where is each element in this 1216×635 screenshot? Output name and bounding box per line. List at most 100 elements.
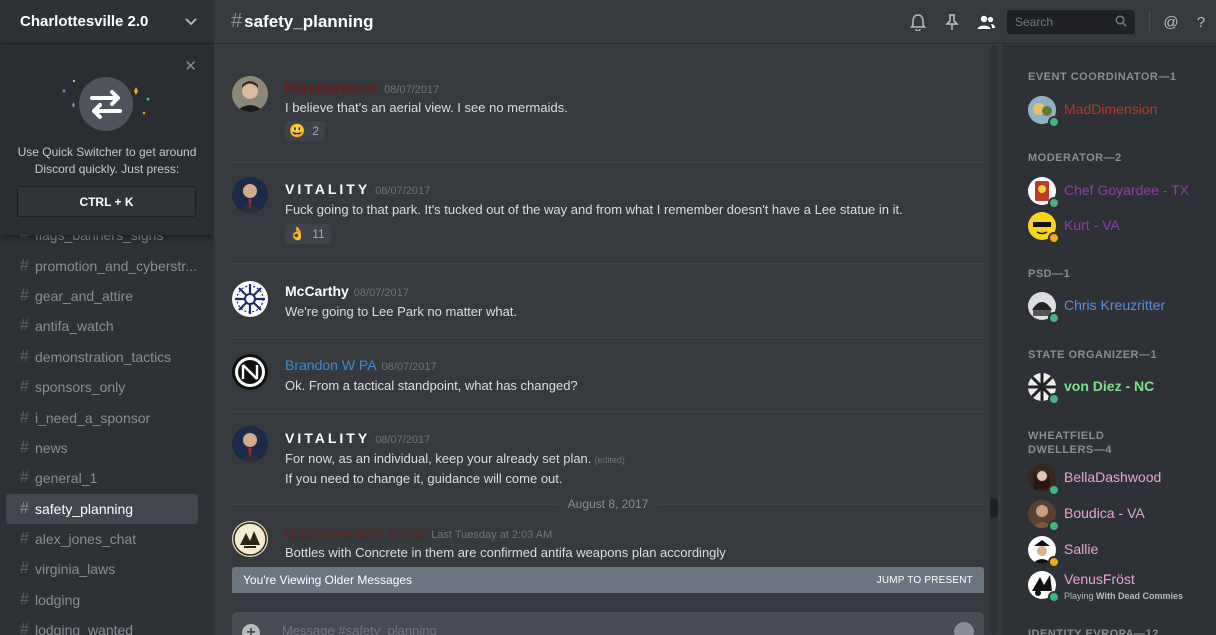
member-activity: Playing With Dead Commies <box>1064 591 1183 601</box>
message-timestamp: 08/07/2017 <box>381 361 437 373</box>
channel-item[interactable]: # antifa_watch <box>6 311 198 341</box>
members-icon[interactable] <box>969 0 1003 44</box>
member-name: VenusFröst <box>1064 571 1135 587</box>
mentions-icon[interactable]: @ <box>1156 14 1186 31</box>
channel-item[interactable]: # virginia_laws <box>6 554 198 584</box>
message-timestamp: 08/07/2017 <box>353 287 409 299</box>
channel-name: promotion_and_cyberstr... <box>35 257 197 274</box>
help-icon[interactable]: ? <box>1186 14 1216 31</box>
bell-icon[interactable] <box>901 0 935 44</box>
avatar[interactable] <box>232 177 268 213</box>
hash-icon: # <box>20 590 29 608</box>
message-author[interactable]: VITALITY 08/07/2017 <box>285 181 430 197</box>
ok-hand-emoji-icon: 👌 <box>289 226 306 241</box>
member-name: Kurt - VA <box>1064 217 1120 233</box>
member-item[interactable]: Chris Kreuzritter <box>1028 292 1208 324</box>
emoji-picker-icon[interactable] <box>954 622 974 635</box>
message-author[interactable]: PureDureSure 08/07/2017 <box>285 80 439 96</box>
message-composer[interactable]: + Message #safety_planning <box>232 612 984 635</box>
channel-name: news <box>35 439 68 456</box>
member-item[interactable]: Boudica - VA <box>1028 500 1208 532</box>
status-indicator <box>1048 232 1060 244</box>
quick-switcher-arrows-icon <box>62 77 150 131</box>
member-item[interactable]: BellaDashwood <box>1028 464 1208 496</box>
avatar[interactable] <box>232 281 268 317</box>
member-item[interactable]: Sallie <box>1028 536 1208 568</box>
message-timestamp: 08/07/2017 <box>384 84 440 96</box>
activity-prefix: Playing <box>1064 591 1094 601</box>
hash-icon: # <box>20 560 29 578</box>
hash-icon: # <box>20 621 29 635</box>
message-timestamp: 08/07/2017 <box>375 434 431 446</box>
message-input[interactable]: Message #safety_planning <box>282 623 437 635</box>
message-author[interactable]: McCarthy 08/07/2017 <box>285 283 409 299</box>
channel-item[interactable]: # general_1 <box>6 463 198 493</box>
role-header: STATE ORGANIZER—1 <box>1028 349 1158 361</box>
scrollbar-thumb[interactable] <box>990 498 998 518</box>
channel-name: antifa_watch <box>35 318 114 335</box>
message-author[interactable]: Quartermaster's Ghost Last Tuesday at 2:0… <box>285 525 552 541</box>
hash-icon: # <box>20 408 29 426</box>
author-name: PureDureSure <box>285 80 380 96</box>
avatar[interactable] <box>232 426 268 462</box>
hash-icon: # <box>20 347 29 365</box>
pin-icon[interactable] <box>935 0 969 44</box>
channel-item[interactable]: # lodging_wanted <box>6 615 198 635</box>
member-item[interactable]: Chef Goyardee - TX <box>1028 177 1208 209</box>
avatar[interactable] <box>232 76 268 112</box>
reaction-count: 2 <box>312 124 319 138</box>
member-list: EVENT COORDINATOR—1 MadDimension MODERAT… <box>1002 45 1216 635</box>
status-indicator <box>1048 116 1060 128</box>
smile-emoji-icon: 😃 <box>289 123 306 138</box>
channel-item[interactable]: # i_need_a_sponsor <box>6 402 198 432</box>
quick-switcher-text: Use Quick Switcher to get around Discord… <box>17 145 197 176</box>
message-author[interactable]: Brandon W PA 08/07/2017 <box>285 357 437 373</box>
role-header-line: WHEATFIELD <box>1028 430 1105 442</box>
hash-icon: # <box>20 530 29 548</box>
server-name: Charlottesville 2.0 <box>20 13 149 30</box>
status-indicator <box>1048 312 1060 324</box>
channel-item[interactable]: # promotion_and_cyberstr... <box>6 250 198 280</box>
hash-icon: # <box>20 499 29 517</box>
member-name: MadDimension <box>1064 101 1158 117</box>
channel-name: i_need_a_sponsor <box>35 409 151 426</box>
message-author[interactable]: VITALITY 08/07/2017 <box>285 430 430 446</box>
channel-item[interactable]: # news <box>6 433 198 463</box>
member-item[interactable]: MadDimension <box>1028 96 1208 128</box>
channel-name: sponsors_only <box>35 379 126 396</box>
upload-plus-icon[interactable]: + <box>242 624 260 635</box>
quick-switcher-shortcut[interactable]: CTRL + K <box>17 186 196 217</box>
channel-item[interactable]: # alex_jones_chat <box>6 524 198 554</box>
member-item[interactable]: Kurt - VA <box>1028 212 1208 244</box>
avatar[interactable] <box>232 521 268 557</box>
discord-app: Charlottesville 2.0 #flags_banners_signs… <box>0 0 1216 635</box>
scrollbar-track[interactable] <box>990 45 998 635</box>
channel-item[interactable]: # lodging <box>6 585 198 615</box>
hash-icon: # <box>20 256 29 274</box>
hash-icon: # <box>20 317 29 335</box>
chevron-down-icon[interactable] <box>185 14 197 29</box>
message-divider <box>232 411 984 412</box>
channel-item[interactable]: # gear_and_attire <box>6 281 198 311</box>
close-icon[interactable]: ✕ <box>184 57 197 75</box>
jump-to-present-button[interactable]: JUMP TO PRESENT <box>877 575 973 586</box>
reaction[interactable]: 👌 11 <box>285 224 331 244</box>
channel-item[interactable]: # demonstration_tactics <box>6 342 198 372</box>
member-item[interactable]: von Diez - NC <box>1028 373 1208 405</box>
channel-item[interactable]: # sponsors_only <box>6 372 198 402</box>
status-indicator <box>1048 197 1060 209</box>
message-text: We're going to Lee Park no matter what. <box>285 304 518 319</box>
search-icon <box>1115 14 1127 30</box>
role-header: WHEATFIELD DWELLERS—4 <box>1028 429 1112 457</box>
member-item[interactable]: VenusFröst Playing With Dead Commies <box>1028 571 1208 603</box>
message-text: Bottles with Concrete in them are confir… <box>285 545 726 560</box>
message-text: Fuck going to that park. It's tucked out… <box>285 202 903 217</box>
search-input[interactable]: Search <box>1007 10 1135 34</box>
avatar[interactable] <box>232 354 268 390</box>
reaction[interactable]: 😃 2 <box>285 121 325 141</box>
channel-name: lodging <box>35 591 81 608</box>
server-header[interactable]: Charlottesville 2.0 <box>0 0 214 44</box>
role-header-line: DWELLERS—4 <box>1028 444 1112 456</box>
channel-item-active[interactable]: # safety_planning <box>6 493 198 524</box>
avatar <box>1028 536 1060 568</box>
